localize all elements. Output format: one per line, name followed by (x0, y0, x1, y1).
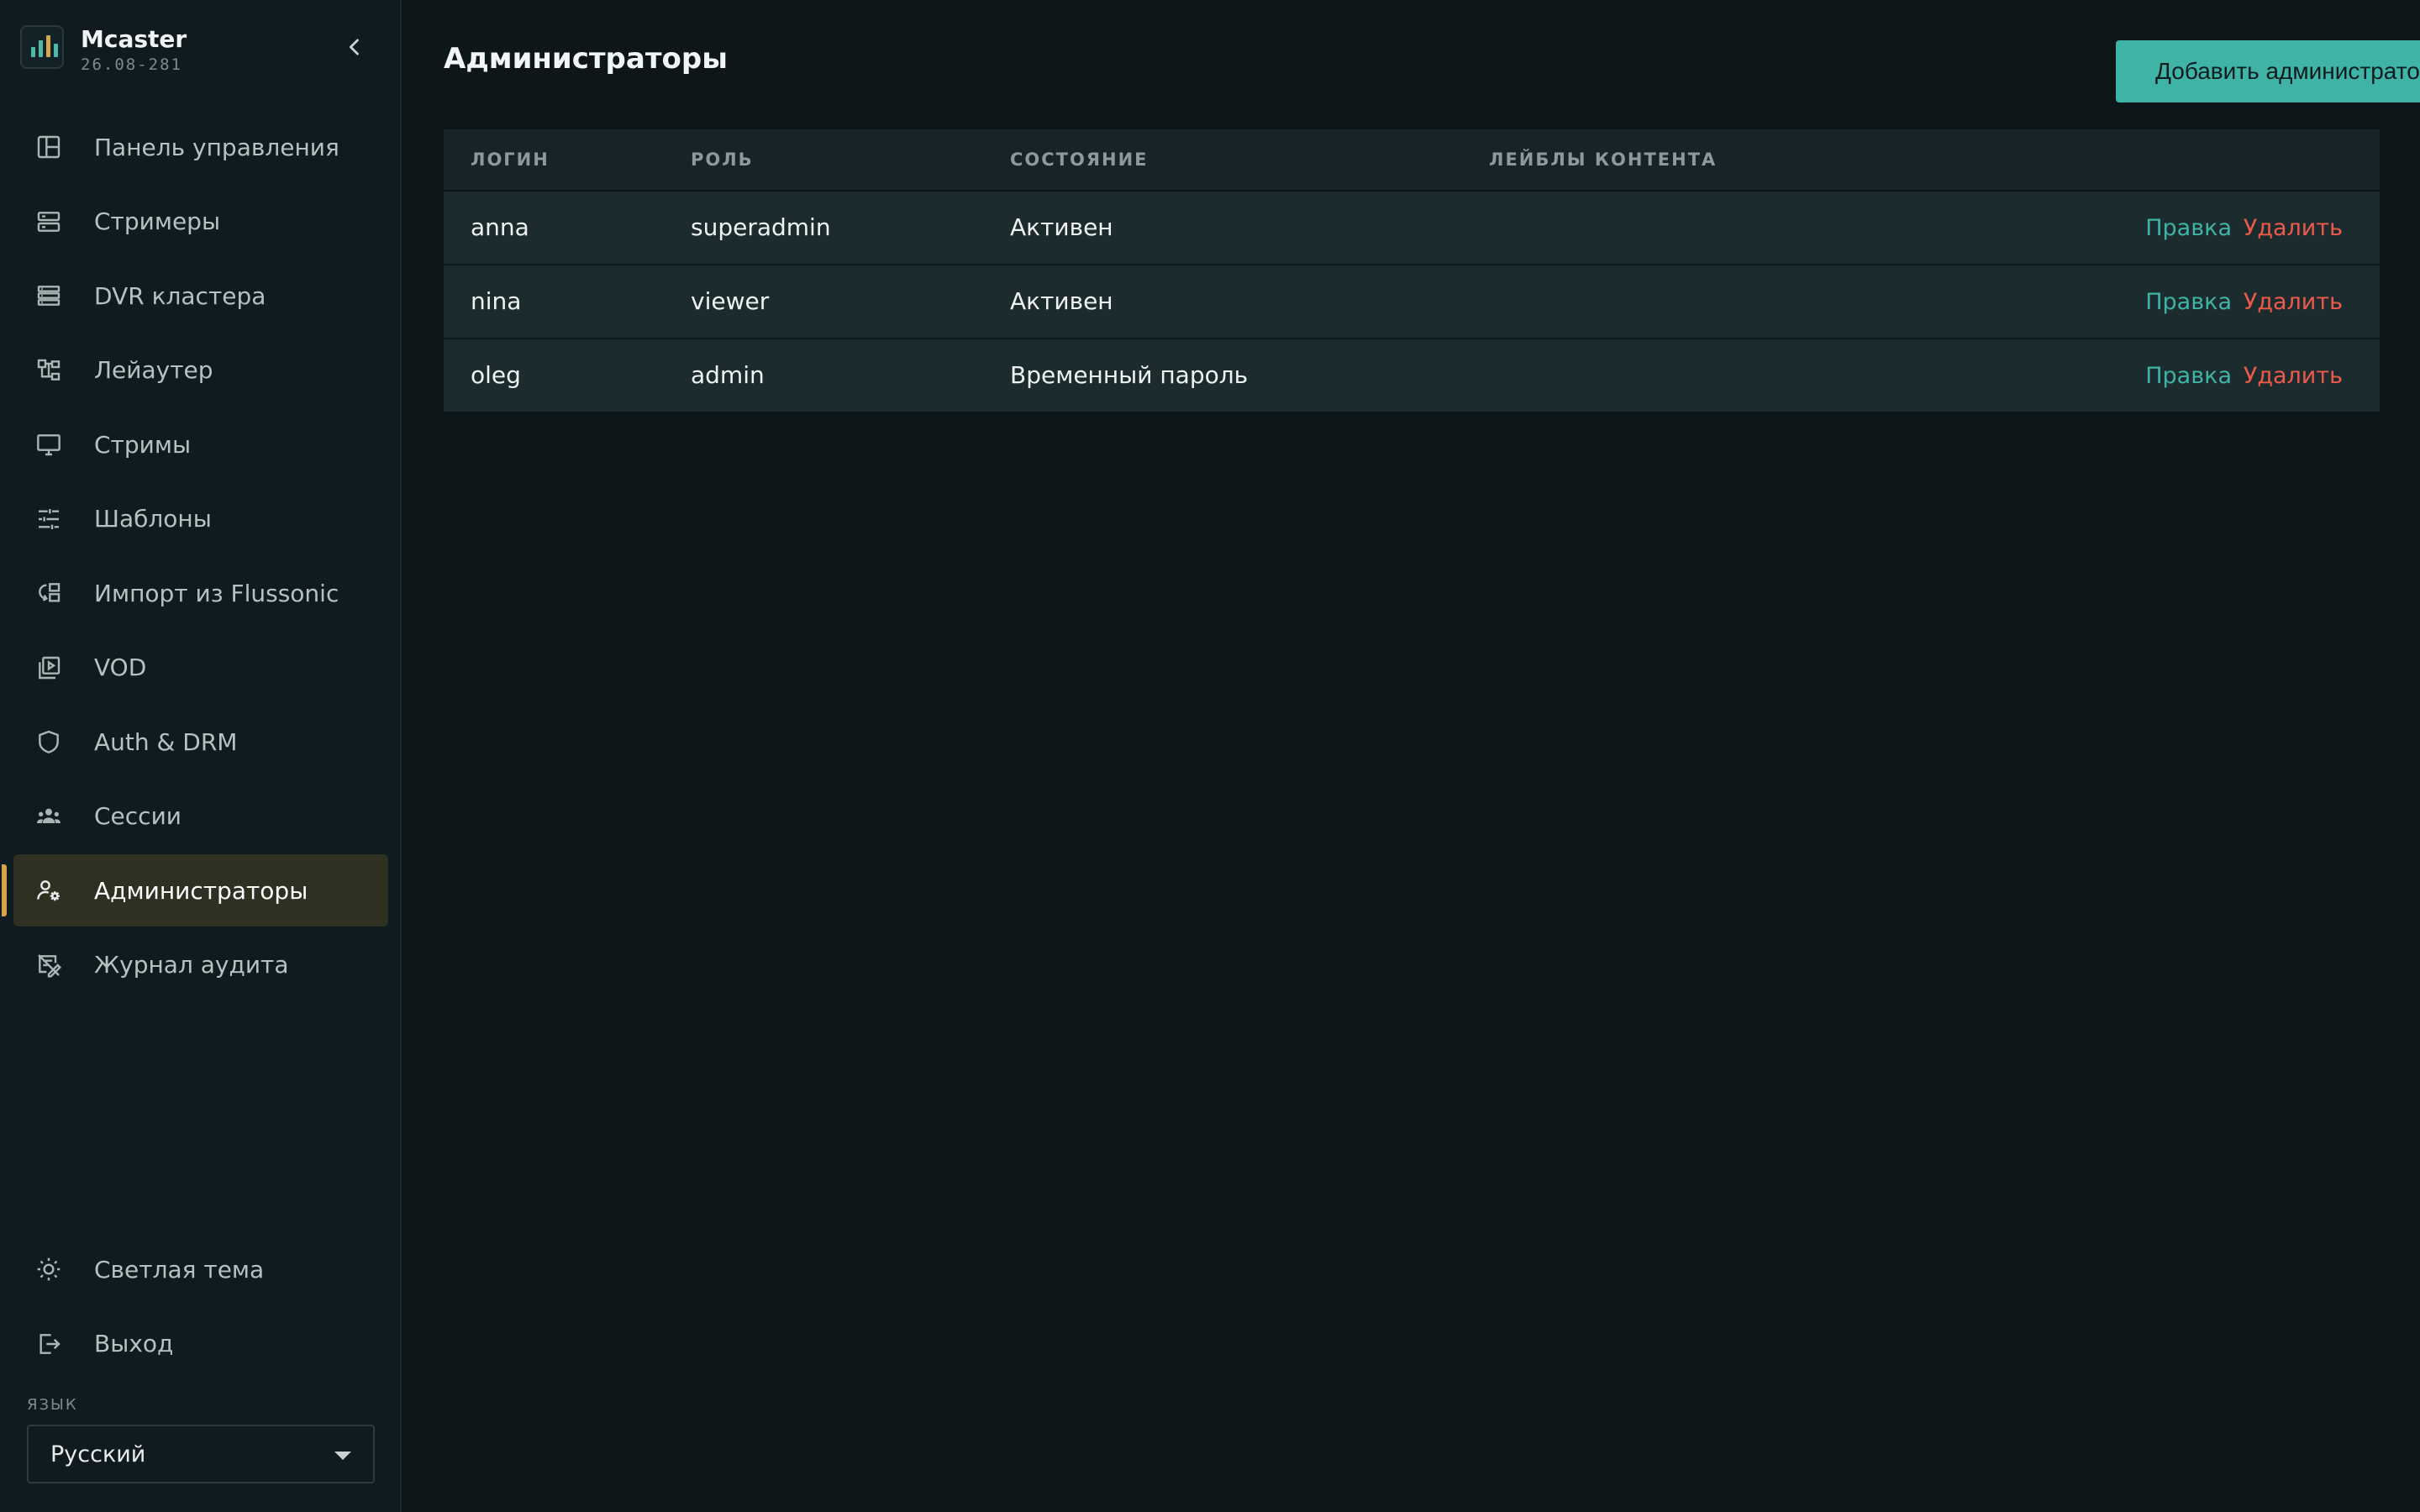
video-library-icon (34, 653, 64, 683)
sidebar-item-templates[interactable]: Шаблоны (13, 483, 388, 555)
sidebar-item-auth-drm[interactable]: Auth & DRM (13, 706, 388, 778)
column-header-content-labels: ЛЕЙБЛЫ КОНТЕНТА (1489, 150, 1718, 170)
cell-role: admin (691, 361, 765, 389)
sidebar-item-layouter[interactable]: Лейаутер (13, 334, 388, 407)
table-row: oleg admin Временный пароль Правка Удали… (444, 339, 2380, 412)
sidebar-item-label: Импорт из Flussonic (94, 579, 339, 607)
sidebar-item-label: Шаблоны (94, 505, 212, 533)
column-header-state: СОСТОЯНИЕ (1010, 150, 1149, 170)
sidebar-item-label: Журнал аудита (94, 951, 289, 979)
administrators-table: ЛОГИН РОЛЬ СОСТОЯНИЕ ЛЕЙБЛЫ КОНТЕНТА ann… (444, 129, 2380, 412)
language-value: Русский (50, 1441, 146, 1467)
server-icon (34, 207, 64, 237)
sidebar-item-label: Auth & DRM (94, 727, 238, 756)
sidebar-bottom: Светлая тема Выход (13, 1233, 388, 1382)
sidebar-item-dashboard[interactable]: Панель управления (13, 111, 388, 183)
sun-icon (34, 1254, 64, 1284)
sidebar-item-label: VOD (94, 654, 147, 681)
cell-role: superadmin (691, 213, 831, 241)
cell-login: oleg (471, 361, 521, 389)
sidebar-item-sessions[interactable]: Сессии (13, 780, 388, 853)
edit-button[interactable]: Правка (2145, 215, 2232, 241)
cell-login: nina (471, 287, 522, 315)
user-gear-icon (34, 875, 64, 906)
caret-down-icon (334, 1452, 351, 1460)
delete-button[interactable]: Удалить (2244, 289, 2343, 315)
sidebar-item-label: Лейаутер (94, 356, 213, 384)
main-content: Администраторы Добавить администратора Л… (402, 0, 2420, 1512)
column-header-role: РОЛЬ (691, 150, 754, 170)
monitor-icon (34, 429, 64, 459)
sidebar-item-label: Стримеры (94, 207, 221, 235)
edit-button[interactable]: Правка (2145, 363, 2232, 389)
sidebar-item-label: Панель управления (94, 133, 339, 161)
sidebar-item-label: DVR кластера (94, 281, 266, 310)
language-label: ЯЗЫК (27, 1396, 78, 1414)
table-row: anna superadmin Активен Правка Удалить (444, 192, 2380, 265)
sidebar-item-flussonic-import[interactable]: Импорт из Flussonic (13, 557, 388, 629)
cell-state: Временный пароль (1010, 361, 1249, 389)
sliders-icon (34, 504, 64, 534)
shield-icon (34, 727, 64, 757)
cell-state: Активен (1010, 287, 1113, 315)
storage-icon (34, 281, 64, 311)
sidebar-item-label: Выход (94, 1330, 174, 1357)
column-header-login: ЛОГИН (471, 150, 550, 170)
cell-state: Активен (1010, 213, 1113, 241)
chevron-left-icon (349, 39, 359, 55)
sidebar-item-streams[interactable]: Стримы (13, 408, 388, 480)
sidebar-nav: Панель управления Стримеры DVR кластера … (2, 111, 388, 1003)
cell-login: anna (471, 213, 529, 241)
brand-version: 26.08-281 (81, 55, 182, 74)
logout-icon (34, 1329, 64, 1359)
table-row: nina viewer Активен Правка Удалить (444, 265, 2380, 339)
sidebar-item-administrators[interactable]: Администраторы (2, 854, 388, 927)
sidebar-item-vod[interactable]: VOD (13, 632, 388, 704)
page-title: Администраторы (444, 42, 728, 76)
sidebar-item-label: Сессии (94, 802, 182, 830)
app: Mcaster 26.08-281 Панель управления Стри… (0, 0, 2420, 1512)
language-select[interactable]: Русский (27, 1425, 375, 1483)
sidebar: Mcaster 26.08-281 Панель управления Стри… (0, 0, 402, 1512)
import-icon (34, 578, 64, 608)
dashboard-icon (34, 132, 64, 162)
sidebar-item-label: Светлая тема (94, 1255, 265, 1284)
sidebar-item-dvr-cluster[interactable]: DVR кластера (13, 260, 388, 332)
add-administrator-button[interactable]: Добавить администратора (2116, 40, 2420, 102)
brand-name: Mcaster (81, 25, 187, 53)
sidebar-item-streamers[interactable]: Стримеры (13, 186, 388, 258)
audit-log-icon (34, 950, 64, 980)
brand: Mcaster 26.08-281 (20, 25, 381, 76)
logout-button[interactable]: Выход (13, 1308, 388, 1380)
layout-tree-icon (34, 355, 64, 386)
delete-button[interactable]: Удалить (2244, 363, 2343, 389)
collapse-sidebar-button[interactable] (339, 32, 370, 62)
users-group-icon (34, 801, 64, 832)
delete-button[interactable]: Удалить (2244, 215, 2343, 241)
theme-toggle-button[interactable]: Светлая тема (13, 1233, 388, 1305)
edit-button[interactable]: Правка (2145, 289, 2232, 315)
sidebar-item-label: Стримы (94, 430, 192, 459)
table-header: ЛОГИН РОЛЬ СОСТОЯНИЕ ЛЕЙБЛЫ КОНТЕНТА (444, 129, 2380, 192)
logo-icon (20, 25, 64, 69)
sidebar-item-audit-log[interactable]: Журнал аудита (13, 929, 388, 1001)
cell-role: viewer (691, 287, 770, 315)
sidebar-item-label: Администраторы (94, 876, 308, 905)
